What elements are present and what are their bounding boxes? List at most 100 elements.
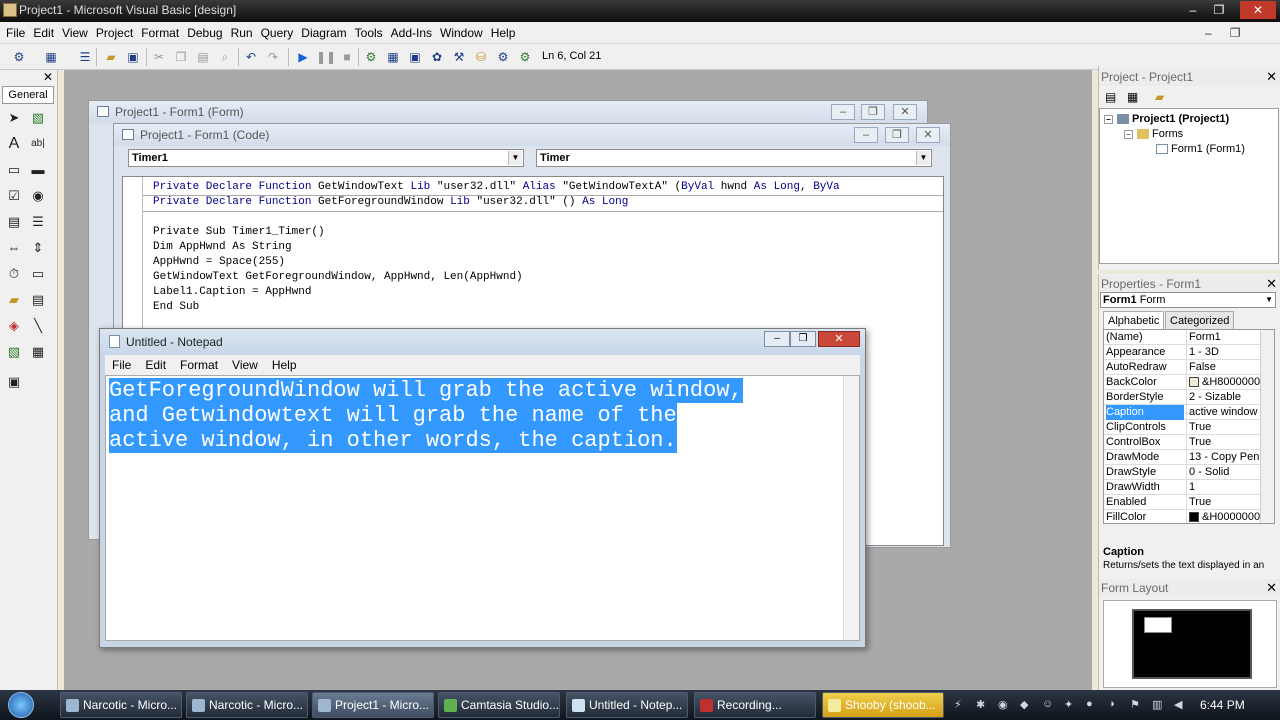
bluetooth-icon[interactable]: ✱ — [976, 698, 985, 711]
visual-component-icon[interactable]: ⚙ — [494, 48, 512, 66]
vscrollbar-tool-icon[interactable]: ⇕ — [28, 238, 48, 258]
menu-view[interactable]: View — [58, 22, 92, 44]
add-form-icon[interactable]: ▦ — [42, 48, 60, 66]
ole-tool-icon[interactable]: ▣ — [4, 372, 24, 392]
form-window-close-button[interactable]: ✕ — [893, 104, 917, 120]
combobox-tool-icon[interactable]: ▤ — [4, 212, 24, 232]
redo-icon[interactable]: ↷ — [264, 48, 282, 66]
form-window-restore-button[interactable]: ❐ — [861, 104, 885, 120]
property-row[interactable]: Appearance 1 - 3D — [1104, 345, 1260, 360]
close-button[interactable]: ✕ — [1240, 1, 1276, 19]
taskbar-item[interactable]: Camtasia Studio... — [438, 692, 560, 718]
tree-node-form1[interactable]: Form1 (Form1) — [1156, 143, 1245, 155]
property-row[interactable]: DrawStyle 0 - Solid — [1104, 465, 1260, 480]
open-project-icon[interactable]: ▰ — [102, 48, 120, 66]
add-project-icon[interactable]: ⚙ — [10, 48, 28, 66]
chevron-down-icon[interactable]: ▼ — [916, 151, 930, 165]
break-icon[interactable]: ❚❚ — [316, 48, 336, 66]
line-tool-icon[interactable]: ╲ — [28, 316, 48, 336]
property-row[interactable]: BackColor&H8000000F — [1104, 375, 1260, 390]
form-position-preview[interactable] — [1144, 617, 1172, 633]
notepad-menu-view[interactable]: View — [225, 355, 265, 375]
mdi-restore-button[interactable]: ❐ — [1221, 24, 1250, 42]
textbox-tool-icon[interactable]: ab| — [28, 134, 48, 154]
notepad-menu-format[interactable]: Format — [173, 355, 225, 375]
filelistbox-tool-icon[interactable]: ▤ — [28, 290, 48, 310]
tab-alphabetic[interactable]: Alphabetic — [1103, 311, 1165, 329]
label-tool-icon[interactable]: A — [4, 134, 24, 154]
property-row-selected[interactable]: Caption active window — [1104, 405, 1260, 420]
property-row[interactable]: DrawWidth 1 — [1104, 480, 1260, 495]
menu-window[interactable]: Window — [436, 22, 487, 44]
picturebox-tool-icon[interactable]: ▧ — [28, 108, 48, 128]
menu-project[interactable]: Project — [92, 22, 137, 44]
property-row[interactable]: DrawMode 13 - Copy Pen — [1104, 450, 1260, 465]
checkbox-tool-icon[interactable]: ☑ — [4, 186, 24, 206]
tray-icon[interactable]: ◑ — [1108, 698, 1115, 710]
menu-editor-icon[interactable]: ☰ — [76, 48, 94, 66]
collapse-icon[interactable]: − — [1124, 129, 1133, 139]
end-icon[interactable]: ■ — [338, 48, 356, 66]
property-row[interactable]: ControlBox True — [1104, 435, 1260, 450]
start-icon[interactable]: ▶ — [294, 48, 312, 66]
menu-run[interactable]: Run — [227, 22, 257, 44]
property-row[interactable]: FillColor &H00000000 — [1104, 510, 1260, 523]
property-row[interactable]: Enabled True — [1104, 495, 1260, 510]
property-row[interactable]: ClipControls True — [1104, 420, 1260, 435]
tray-icon[interactable]: ● — [1086, 698, 1093, 710]
notepad-close-button[interactable]: ✕ — [818, 331, 860, 347]
code-window-minimize-button[interactable]: – — [854, 127, 878, 143]
toolbox-close-icon[interactable]: ✕ — [43, 70, 53, 84]
form-window-minimize-button[interactable]: – — [831, 104, 855, 120]
view-object-icon[interactable]: ▦ — [1127, 90, 1145, 106]
network-icon[interactable]: ▥ — [1152, 698, 1162, 711]
notepad-vertical-scrollbar[interactable] — [843, 376, 859, 640]
property-row[interactable]: (Name) Form1 — [1104, 330, 1260, 345]
notepad-menu-file[interactable]: File — [105, 355, 138, 375]
tray-icon[interactable]: ◉ — [998, 698, 1008, 711]
menu-diagram[interactable]: Diagram — [297, 22, 350, 44]
tab-categorized[interactable]: Categorized — [1165, 311, 1235, 329]
image-tool-icon[interactable]: ▧ — [4, 342, 24, 362]
view-code-icon[interactable]: ▤ — [1105, 90, 1123, 106]
menu-help[interactable]: Help — [487, 22, 520, 44]
project-explorer-icon[interactable]: ⚙ — [362, 48, 380, 66]
taskbar-item[interactable]: Shooby (shoob... — [822, 692, 944, 718]
undo-icon[interactable]: ↶ — [242, 48, 260, 66]
form-layout-icon[interactable]: ▣ — [406, 48, 424, 66]
taskbar-item[interactable]: Recording... — [694, 692, 816, 718]
object-browser-icon[interactable]: ✿ — [428, 48, 446, 66]
optionbutton-tool-icon[interactable]: ◉ — [28, 186, 48, 206]
properties-pane-close-icon[interactable]: ✕ — [1266, 275, 1277, 293]
paste-icon[interactable]: ▤ — [194, 48, 212, 66]
pointer-tool-icon[interactable]: ➤ — [4, 108, 24, 128]
taskbar-item[interactable]: Narcotic - Micro... — [186, 692, 308, 718]
taskbar-item[interactable]: Narcotic - Micro... — [60, 692, 182, 718]
tray-icon[interactable]: ◆ — [1020, 698, 1028, 711]
start-button[interactable] — [2, 690, 42, 720]
toolbox-general-tab[interactable]: General — [2, 86, 54, 104]
menu-edit[interactable]: Edit — [29, 22, 58, 44]
code-window-restore-button[interactable]: ❐ — [885, 127, 909, 143]
toolbox-icon[interactable]: ⚒ — [450, 48, 468, 66]
timer-tool-icon[interactable]: ⏱ — [4, 264, 24, 284]
chevron-down-icon[interactable]: ▼ — [1265, 293, 1273, 307]
taskbar-item[interactable]: Untitled - Notep... — [566, 692, 688, 718]
taskbar-clock[interactable]: 6:44 PM — [1200, 698, 1245, 712]
cut-icon[interactable]: ✂ — [150, 48, 168, 66]
flag-icon[interactable]: ⚑ — [1130, 698, 1140, 711]
drivelistbox-tool-icon[interactable]: ▭ — [28, 264, 48, 284]
object-combo[interactable]: Timer1 ▼ — [128, 149, 524, 167]
tree-node-forms[interactable]: − Forms — [1124, 128, 1183, 140]
menu-debug[interactable]: Debug — [183, 22, 226, 44]
data-view-icon[interactable]: ⛁ — [472, 48, 490, 66]
menu-file[interactable]: File — [2, 22, 29, 44]
notepad-text-area[interactable]: GetForegroundWindow will grab the active… — [105, 375, 860, 641]
project-pane-close-icon[interactable]: ✕ — [1266, 68, 1277, 86]
shape-tool-icon[interactable]: ◈ — [4, 316, 24, 336]
tray-icon[interactable]: ☺ — [1042, 698, 1053, 710]
menu-format[interactable]: Format — [137, 22, 183, 44]
frame-tool-icon[interactable]: ▭ — [4, 160, 24, 180]
notepad-menu-edit[interactable]: Edit — [138, 355, 173, 375]
menu-tools[interactable]: Tools — [351, 22, 387, 44]
